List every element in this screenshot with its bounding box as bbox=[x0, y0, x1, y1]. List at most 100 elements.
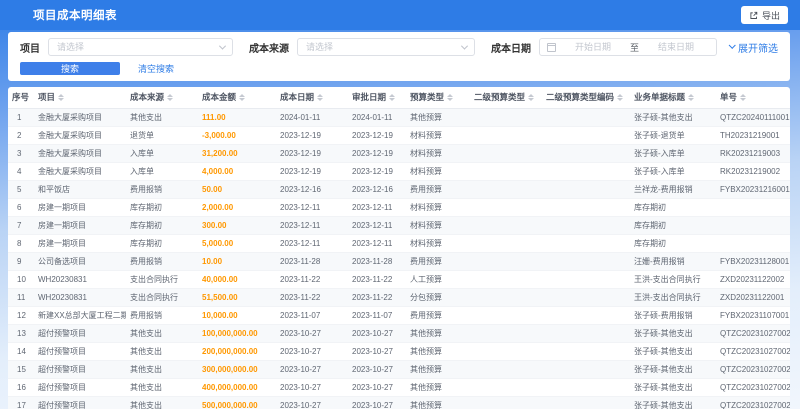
cost-source-select[interactable] bbox=[297, 38, 475, 56]
cell-cost-amount: 5,000.00 bbox=[198, 234, 276, 253]
cell-serial: 13 bbox=[8, 324, 34, 343]
table-row[interactable]: 6 房建一期项目 库存期初 2,000.00 2023-12-11 2023-1… bbox=[8, 198, 790, 217]
cell-secondary-budget-code bbox=[542, 270, 630, 289]
sort-icon[interactable] bbox=[167, 93, 174, 101]
cell-approval-date: 2024-01-11 bbox=[348, 108, 406, 127]
column-header[interactable]: 成本来源 bbox=[126, 87, 198, 109]
table-row[interactable]: 7 房建一期项目 库存期初 300.00 2023-12-11 2023-12-… bbox=[8, 216, 790, 235]
sort-icon[interactable] bbox=[317, 93, 324, 101]
cell-secondary-budget-code bbox=[542, 324, 630, 343]
cell-secondary-budget-code bbox=[542, 342, 630, 361]
chevron-down-icon bbox=[728, 41, 736, 49]
table-row[interactable]: 12 新建XX总部大厦工程二期 费用报销 10,000.00 2023-11-0… bbox=[8, 306, 790, 325]
column-label: 序号 bbox=[12, 92, 30, 103]
table-row[interactable]: 16 超付预警项目 其他支出 400,000,000.00 2023-10-27… bbox=[8, 378, 790, 397]
table-row[interactable]: 11 WH20230831 支出合同执行 51,500.00 2023-11-2… bbox=[8, 288, 790, 307]
cell-project: 房建一期项目 bbox=[34, 234, 126, 253]
table-row[interactable]: 3 金融大厦采购项目 入库单 31,200.00 2023-12-19 2023… bbox=[8, 144, 790, 163]
cell-project: 金融大厦采购项目 bbox=[34, 144, 126, 163]
cell-cost-source: 入库单 bbox=[126, 162, 198, 181]
column-header[interactable]: 预算类型 bbox=[406, 87, 470, 109]
cell-cost-source: 库存期初 bbox=[126, 198, 198, 217]
table-row[interactable]: 10 WH20230831 支出合同执行 40,000.00 2023-11-2… bbox=[8, 270, 790, 289]
cell-project: WH20230831 bbox=[34, 270, 126, 289]
cell-cost-amount: 50.00 bbox=[198, 180, 276, 199]
column-header[interactable]: 单号 bbox=[716, 87, 790, 109]
sort-icon[interactable] bbox=[239, 93, 246, 101]
table-row[interactable]: 9 公司备选项目 费用报销 10.00 2023-11-28 2023-11-2… bbox=[8, 252, 790, 271]
table-row[interactable]: 2 金融大厦采购项目 退货单 -3,000.00 2023-12-19 2023… bbox=[8, 126, 790, 145]
cell-cost-amount: 400,000,000.00 bbox=[198, 378, 276, 397]
cell-document-title: 库存期初 bbox=[630, 234, 716, 253]
cell-approval-date: 2023-12-11 bbox=[348, 198, 406, 217]
cell-cost-source: 费用报销 bbox=[126, 252, 198, 271]
cell-secondary-budget-code bbox=[542, 288, 630, 307]
cell-document-title: 张子硕-费用报销 bbox=[630, 306, 716, 325]
cell-budget-type: 材料预算 bbox=[406, 144, 470, 163]
table-row[interactable]: 17 超付预警项目 其他支出 500,000,000.00 2023-10-27… bbox=[8, 396, 790, 409]
expand-filters-link[interactable]: 展开筛选 bbox=[728, 40, 778, 55]
cell-secondary-budget-code bbox=[542, 306, 630, 325]
cell-cost-amount: 10,000.00 bbox=[198, 306, 276, 325]
column-label: 二级预算类型 bbox=[474, 92, 526, 103]
cell-document-number bbox=[716, 216, 790, 235]
cell-document-number: QTZC20231027002 bbox=[716, 360, 790, 379]
search-button[interactable]: 搜索 bbox=[20, 62, 120, 75]
table-body: 1 金融大厦采购项目 其他支出 111.00 2024-01-11 2024-0… bbox=[8, 108, 790, 409]
cell-secondary-budget-type bbox=[470, 270, 542, 289]
cell-document-number bbox=[716, 198, 790, 217]
cell-cost-amount: 2,000.00 bbox=[198, 198, 276, 217]
column-header[interactable]: 项目 bbox=[34, 87, 126, 109]
sort-icon[interactable] bbox=[617, 93, 624, 101]
start-date-input[interactable] bbox=[560, 39, 626, 55]
cell-serial: 16 bbox=[8, 378, 34, 397]
column-header[interactable]: 成本金额 bbox=[198, 87, 276, 109]
cell-document-title: 张子硕-其他支出 bbox=[630, 396, 716, 409]
column-header[interactable]: 序号 bbox=[8, 87, 34, 109]
cell-cost-date: 2023-10-27 bbox=[276, 324, 348, 343]
table-row[interactable]: 14 超付预警项目 其他支出 200,000,000.00 2023-10-27… bbox=[8, 342, 790, 361]
cost-source-select-input[interactable] bbox=[298, 39, 474, 55]
cell-secondary-budget-code bbox=[542, 234, 630, 253]
sort-icon[interactable] bbox=[389, 93, 396, 101]
cell-project: 和平饭店 bbox=[34, 180, 126, 199]
cell-project: 公司备选项目 bbox=[34, 252, 126, 271]
column-header[interactable]: 二级预算类型编码 bbox=[542, 87, 630, 109]
column-header[interactable]: 二级预算类型 bbox=[470, 87, 542, 109]
cell-secondary-budget-code bbox=[542, 162, 630, 181]
cell-serial: 14 bbox=[8, 342, 34, 361]
cell-secondary-budget-type bbox=[470, 234, 542, 253]
cell-document-number: FYBX20231216001 bbox=[716, 180, 790, 199]
cell-cost-source: 其他支出 bbox=[126, 324, 198, 343]
export-button[interactable]: 导出 bbox=[740, 6, 788, 24]
cell-cost-date: 2023-12-11 bbox=[276, 198, 348, 217]
table-row[interactable]: 13 超付预警项目 其他支出 100,000,000.00 2023-10-27… bbox=[8, 324, 790, 343]
column-header[interactable]: 业务单据标题 bbox=[630, 87, 716, 109]
clear-search-link[interactable]: 清空搜索 bbox=[138, 62, 174, 75]
sort-icon[interactable] bbox=[58, 93, 65, 101]
cell-cost-source: 库存期初 bbox=[126, 216, 198, 235]
table-row[interactable]: 4 金融大厦采购项目 入库单 4,000.00 2023-12-19 2023-… bbox=[8, 162, 790, 181]
sort-icon[interactable] bbox=[688, 93, 695, 101]
cell-project: 超付预警项目 bbox=[34, 342, 126, 361]
end-date-input[interactable] bbox=[643, 39, 710, 55]
column-header[interactable]: 成本日期 bbox=[276, 87, 348, 109]
cell-project: 超付预警项目 bbox=[34, 396, 126, 409]
table-row[interactable]: 8 房建一期项目 库存期初 5,000.00 2023-12-11 2023-1… bbox=[8, 234, 790, 253]
cell-secondary-budget-type bbox=[470, 108, 542, 127]
filter-panel: 项目 成本来源 成本日期 至 展开筛选 搜索 清空搜索 bbox=[8, 32, 790, 81]
cell-secondary-budget-code bbox=[542, 180, 630, 199]
project-select-input[interactable] bbox=[49, 39, 232, 55]
sort-icon[interactable] bbox=[447, 93, 454, 101]
table-row[interactable]: 1 金融大厦采购项目 其他支出 111.00 2024-01-11 2024-0… bbox=[8, 108, 790, 127]
sort-icon[interactable] bbox=[528, 93, 535, 101]
column-header[interactable]: 审批日期 bbox=[348, 87, 406, 109]
project-select[interactable] bbox=[48, 38, 233, 56]
table-row[interactable]: 5 和平饭店 费用报销 50.00 2023-12-16 2023-12-16 … bbox=[8, 180, 790, 199]
sort-icon[interactable] bbox=[740, 93, 747, 101]
cost-date-range-picker[interactable]: 至 bbox=[539, 38, 717, 56]
table-row[interactable]: 15 超付预警项目 其他支出 300,000,000.00 2023-10-27… bbox=[8, 360, 790, 379]
cell-cost-date: 2023-10-27 bbox=[276, 360, 348, 379]
cell-budget-type: 费用预算 bbox=[406, 252, 470, 271]
cell-cost-source: 费用报销 bbox=[126, 180, 198, 199]
